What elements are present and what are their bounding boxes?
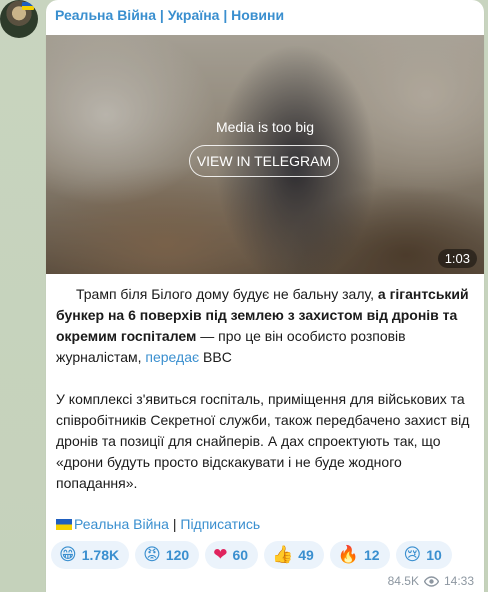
angry-face-icon: 😡 <box>143 545 161 565</box>
paragraph-1: Трамп біля Білого дому будує не бальну з… <box>56 284 476 368</box>
reaction-angry[interactable]: 😡 120 <box>135 541 200 569</box>
media-too-big-text: Media is too big <box>215 119 315 135</box>
message-meta: 84.5K 14:33 <box>388 574 474 588</box>
channel-name[interactable]: Реальна Війна | Україна | Новини <box>55 7 284 23</box>
fire-icon: 🔥 <box>337 545 359 565</box>
reactions-bar: 😁 1.78K 😡 120 ❤ 60 👍 49 🔥 12 😢 10 <box>51 541 452 569</box>
reaction-count: 60 <box>232 547 249 563</box>
reaction-count: 1.78K <box>81 547 120 563</box>
subscribe-link[interactable]: Підписатись <box>180 516 260 532</box>
channel-avatar[interactable] <box>0 0 38 38</box>
text-segment: BBC <box>199 349 232 365</box>
message-time: 14:33 <box>443 574 474 588</box>
chat-background: Реальна Війна | Україна | Новини Media i… <box>0 0 488 592</box>
reaction-heart[interactable]: ❤ 60 <box>205 541 259 569</box>
message-bubble: Реальна Війна | Україна | Новини Media i… <box>46 0 484 592</box>
message-text: Трамп біля Білого дому будує не бальну з… <box>56 284 476 494</box>
text-segment: Трамп біля Білого дому будує не бальну з… <box>76 286 378 302</box>
reaction-count: 10 <box>426 547 442 563</box>
reaction-count: 49 <box>298 547 314 563</box>
red-heart-icon: ❤ <box>213 545 228 565</box>
ukraine-flag-icon <box>56 519 72 530</box>
video-preview[interactable]: Media is too big VIEW IN TELEGRAM 1:03 <box>46 35 484 274</box>
sad-face-icon: 😢 <box>403 545 422 565</box>
ukraine-flag-icon <box>22 2 34 10</box>
eye-icon <box>423 575 439 587</box>
channel-signature: Реальна Війна | Підписатись <box>56 516 260 532</box>
view-in-telegram-button[interactable]: VIEW IN TELEGRAM <box>189 145 339 177</box>
reaction-count: 120 <box>165 547 190 563</box>
view-count: 84.5K <box>387 574 419 588</box>
grinning-face-icon: 😁 <box>59 545 77 565</box>
channel-link[interactable]: Реальна Війна <box>74 516 169 532</box>
reaction-thumbs-up[interactable]: 👍 49 <box>264 541 324 569</box>
reaction-sad[interactable]: 😢 10 <box>395 541 452 569</box>
video-duration-badge: 1:03 <box>437 249 477 268</box>
thumbs-up-icon: 👍 <box>272 545 294 565</box>
reaction-count: 12 <box>363 547 380 563</box>
source-link[interactable]: передає <box>145 349 199 365</box>
paragraph-2: У комплексі з'явиться госпіталь, приміще… <box>56 391 470 491</box>
reaction-grinning[interactable]: 😁 1.78K <box>51 541 130 569</box>
signature-separator: | <box>168 516 181 532</box>
reaction-fire[interactable]: 🔥 12 <box>329 541 390 569</box>
